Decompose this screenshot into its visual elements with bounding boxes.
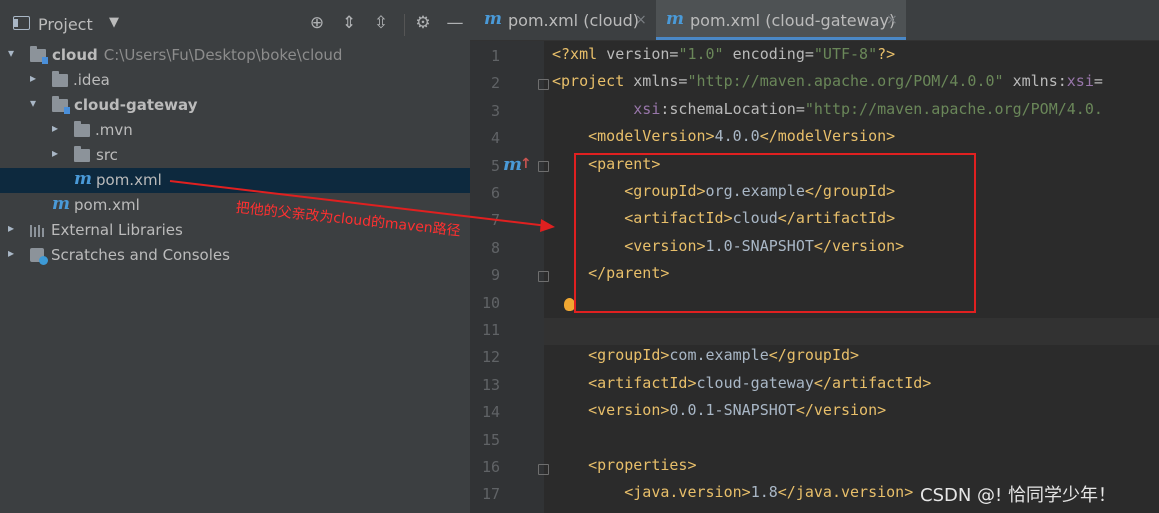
annotation-arrow-icon bbox=[169, 180, 555, 232]
csdn-watermark: CSDN @! 恰同学少年！ bbox=[920, 485, 1116, 506]
